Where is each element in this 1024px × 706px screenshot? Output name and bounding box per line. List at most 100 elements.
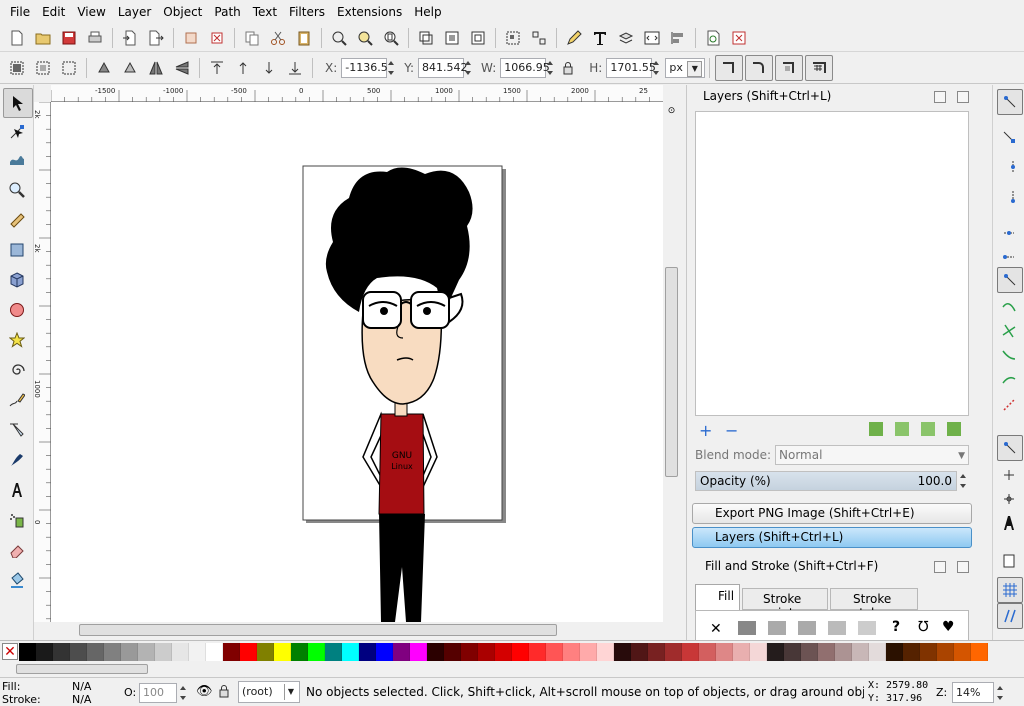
- fill-rule-nonzero-icon[interactable]: ♥: [942, 619, 955, 635]
- snap-cusp-nodes-button[interactable]: [997, 343, 1021, 367]
- color-swatch[interactable]: [376, 643, 393, 661]
- menu-view[interactable]: View: [71, 0, 111, 24]
- panel-iconify-button[interactable]: [934, 91, 946, 103]
- layers-list[interactable]: [695, 111, 969, 416]
- scale-stroke-toggle[interactable]: [715, 55, 744, 81]
- blend-mode-select[interactable]: Normal ▼: [775, 445, 969, 465]
- menu-extensions[interactable]: Extensions: [331, 0, 408, 24]
- radial-gradient-icon[interactable]: [798, 621, 816, 635]
- tab-stroke-paint[interactable]: Stroke paint: [742, 588, 828, 620]
- spiral-tool[interactable]: [3, 356, 31, 384]
- fill-indicator[interactable]: N/A: [72, 680, 91, 693]
- flat-color-icon[interactable]: [738, 621, 756, 635]
- color-swatch[interactable]: [614, 643, 631, 661]
- rotate-cw-button[interactable]: [118, 56, 142, 80]
- lock-icon[interactable]: [218, 684, 230, 698]
- canvas-vertical-scrollbar[interactable]: ⊙: [663, 102, 680, 622]
- xml-editor-button[interactable]: [562, 26, 586, 50]
- deselect-button[interactable]: [57, 56, 81, 80]
- color-swatch[interactable]: [104, 643, 121, 661]
- color-swatch[interactable]: [529, 643, 546, 661]
- color-swatch[interactable]: [818, 643, 835, 661]
- group-button[interactable]: [501, 26, 525, 50]
- color-swatch[interactable]: [359, 643, 376, 661]
- preferences-button[interactable]: [727, 26, 751, 50]
- new-document-button[interactable]: [5, 26, 29, 50]
- snap-others-button[interactable]: [997, 435, 1023, 461]
- width-spinner[interactable]: [547, 58, 555, 78]
- import-button[interactable]: [118, 26, 142, 50]
- swatch-icon[interactable]: [858, 621, 876, 635]
- lower-to-bottom-button[interactable]: [283, 56, 307, 80]
- paste-button[interactable]: [292, 26, 316, 50]
- color-swatch[interactable]: [546, 643, 563, 661]
- text-tool[interactable]: [3, 476, 31, 504]
- scale-corners-toggle[interactable]: [745, 55, 774, 81]
- snap-nodes-button[interactable]: [997, 267, 1023, 293]
- palette-scrollbar[interactable]: [0, 662, 1024, 676]
- color-swatch[interactable]: [325, 643, 342, 661]
- vertical-scroll-thumb[interactable]: [665, 267, 678, 477]
- add-layer-icon[interactable]: +: [699, 421, 712, 440]
- current-layer-select[interactable]: (root) ▼: [238, 681, 300, 703]
- calligraphy-tool[interactable]: [3, 446, 31, 474]
- color-swatch[interactable]: [495, 643, 512, 661]
- snap-guides-button[interactable]: [997, 603, 1023, 629]
- select-all-layers-button[interactable]: [31, 56, 55, 80]
- flip-vertical-button[interactable]: [170, 56, 194, 80]
- snap-paths-button[interactable]: [997, 295, 1021, 319]
- color-swatch[interactable]: [206, 643, 223, 661]
- snap-object-centers-button[interactable]: [997, 463, 1021, 487]
- rectangle-tool[interactable]: [3, 236, 31, 264]
- snap-bbox-midpoints-button[interactable]: [997, 215, 1021, 239]
- color-swatch[interactable]: [444, 643, 461, 661]
- zoom-spinner[interactable]: [997, 683, 1005, 703]
- color-swatch[interactable]: [869, 643, 886, 661]
- unit-select[interactable]: px ▼: [665, 58, 706, 78]
- snap-rotation-center-button[interactable]: [997, 487, 1021, 511]
- zoom-fit-icon[interactable]: ⊙: [664, 104, 679, 118]
- color-swatch[interactable]: [257, 643, 274, 661]
- color-swatch[interactable]: [971, 643, 988, 661]
- opacity-slider[interactable]: Opacity (%) 100.0: [695, 471, 957, 491]
- color-swatch[interactable]: [121, 643, 138, 661]
- width-field[interactable]: 1066.95: [500, 58, 550, 78]
- rotate-ccw-button[interactable]: [92, 56, 116, 80]
- snap-page-border-button[interactable]: [997, 549, 1021, 573]
- color-swatch[interactable]: [223, 643, 240, 661]
- color-swatch[interactable]: [427, 643, 444, 661]
- color-swatch[interactable]: [835, 643, 852, 661]
- fill-rule-evenodd-icon[interactable]: ℧: [918, 619, 929, 635]
- menu-edit[interactable]: Edit: [36, 0, 71, 24]
- color-swatch[interactable]: [852, 643, 869, 661]
- menu-layer[interactable]: Layer: [112, 0, 157, 24]
- color-swatch[interactable]: [70, 643, 87, 661]
- color-swatch[interactable]: [189, 643, 206, 661]
- pattern-icon[interactable]: [828, 621, 846, 635]
- node-tool[interactable]: [3, 118, 31, 146]
- opacity-status-spinner[interactable]: [180, 683, 188, 703]
- spray-tool[interactable]: [3, 506, 31, 534]
- color-swatch[interactable]: [699, 643, 716, 661]
- raise-button[interactable]: [231, 56, 255, 80]
- menu-text[interactable]: Text: [247, 0, 283, 24]
- paint-bucket-tool[interactable]: [3, 566, 31, 594]
- measure-tool[interactable]: [3, 206, 31, 234]
- color-swatch[interactable]: [631, 643, 648, 661]
- zoom-page-button[interactable]: [379, 26, 403, 50]
- text-font-button[interactable]: [588, 26, 612, 50]
- linear-gradient-icon[interactable]: [768, 621, 786, 635]
- snap-toggle-button[interactable]: [997, 89, 1023, 115]
- selector-tool[interactable]: [3, 88, 33, 118]
- canvas-horizontal-scrollbar[interactable]: [51, 622, 663, 639]
- undo-button[interactable]: [179, 26, 203, 50]
- close-icon[interactable]: [957, 561, 969, 573]
- raise-to-top-button[interactable]: [205, 56, 229, 80]
- cut-button[interactable]: [266, 26, 290, 50]
- color-swatch[interactable]: [138, 643, 155, 661]
- snap-grid-button[interactable]: [997, 577, 1023, 603]
- save-button[interactable]: [57, 26, 81, 50]
- pencil-tool[interactable]: [3, 386, 31, 414]
- color-swatch[interactable]: [274, 643, 291, 661]
- zoom-tool[interactable]: [3, 176, 31, 204]
